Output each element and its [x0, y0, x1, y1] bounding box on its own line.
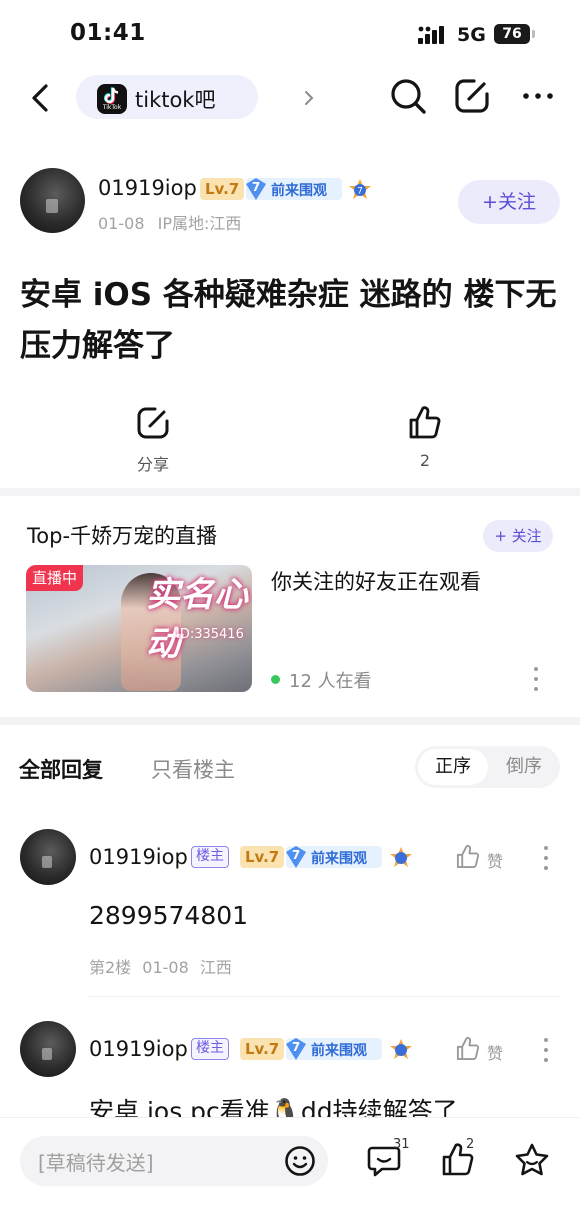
- thumbnail-id-text: ID:335416: [176, 627, 244, 642]
- reply-content: 2899574801: [89, 901, 249, 930]
- forum-name: tiktok吧: [135, 88, 216, 112]
- more-icon[interactable]: [520, 76, 560, 116]
- fan-level: 7: [291, 1040, 301, 1054]
- author-name[interactable]: 01919iop: [98, 176, 197, 200]
- sort-asc[interactable]: 正序: [418, 749, 488, 785]
- live-watch-count: 12 人在看: [289, 671, 372, 692]
- status-time: 01:41: [70, 20, 146, 46]
- reply-like-label: 赞: [487, 1044, 504, 1063]
- chevron-right-icon: [305, 91, 314, 105]
- share-button[interactable]: 分享: [113, 405, 193, 475]
- reply-meta: 第2楼 01-08 江西: [89, 958, 232, 977]
- reply-like-button[interactable]: 赞: [455, 1036, 515, 1066]
- reply-like-button[interactable]: 赞: [455, 844, 515, 874]
- online-dot-icon: [271, 675, 280, 684]
- fan-badge-text: 前来围观: [311, 851, 367, 867]
- thumbs-up-icon: [409, 406, 441, 439]
- thumbnail-overlay-text: 实名心动: [146, 575, 248, 664]
- live-description: 你关注的好友正在观看: [271, 570, 481, 594]
- level-badge: Lv.7: [240, 1038, 285, 1060]
- post-title: 安卓 iOS 各种疑难杂症 迷路的 楼下无压力解答了: [20, 277, 557, 364]
- reply-avatar[interactable]: [20, 1021, 76, 1077]
- post-author-row: 01919iop Lv.7 7 前来围观 7 01-08 IP属地:江西 +关注: [0, 168, 580, 238]
- top-nav: TikTok tiktok吧: [0, 70, 580, 126]
- section-divider: [0, 717, 580, 725]
- medal-icon: [390, 847, 412, 867]
- reply-more-icon[interactable]: [543, 846, 549, 874]
- like-button[interactable]: 2: [385, 405, 465, 470]
- edit-icon[interactable]: [452, 76, 492, 116]
- post-meta: 01-08 IP属地:江西: [98, 210, 241, 234]
- owner-tag: 楼主: [191, 1038, 229, 1060]
- network-type: 5G: [457, 24, 486, 46]
- fan-badge-text: 前来围观: [271, 183, 327, 199]
- reply-input[interactable]: [草稿待发送]: [20, 1136, 328, 1186]
- reply-like-label: 赞: [487, 852, 504, 871]
- signal-icon: [418, 26, 444, 44]
- medal-level: 7: [357, 187, 363, 197]
- thumbs-up-icon: [456, 845, 480, 869]
- sort-desc[interactable]: 倒序: [490, 749, 558, 785]
- medal-icon: 7: [349, 179, 371, 199]
- live-follow-button[interactable]: + 关注: [483, 520, 553, 552]
- battery-cap: [532, 30, 535, 38]
- post-ip: IP属地:江西: [157, 214, 242, 233]
- reply-author-name[interactable]: 01919iop: [89, 845, 188, 869]
- live-badge: 直播中: [26, 565, 84, 591]
- thumbs-up-icon: [456, 1037, 480, 1061]
- tiktok-logo-text: TikTok: [102, 104, 122, 111]
- back-arrow-icon[interactable]: [24, 78, 60, 118]
- bottom-bar: [草稿待发送] 31 2: [0, 1117, 580, 1226]
- owner-tag: 楼主: [191, 846, 229, 868]
- battery-icon: 76: [494, 24, 530, 44]
- emoji-icon[interactable]: [284, 1145, 316, 1177]
- author-avatar[interactable]: [20, 168, 85, 233]
- like-count: 2: [419, 451, 431, 470]
- fan-badge: 7 前来围观: [286, 1038, 382, 1060]
- follow-button[interactable]: +关注: [458, 180, 560, 224]
- status-bar: 01:41 5G 76: [0, 0, 580, 66]
- star-icon[interactable]: [514, 1142, 550, 1178]
- fan-badge: 7 前来围观: [246, 178, 342, 200]
- level-badge: Lv.7: [240, 846, 285, 868]
- reply-author-name[interactable]: 01919iop: [89, 1037, 188, 1061]
- tab-all-replies[interactable]: 全部回复: [19, 754, 103, 784]
- reply-more-icon[interactable]: [543, 1038, 549, 1066]
- share-label: 分享: [136, 455, 169, 474]
- sort-toggle: 正序 倒序: [415, 746, 560, 788]
- section-divider: [0, 488, 580, 496]
- forum-pill[interactable]: TikTok tiktok吧: [76, 75, 314, 119]
- fan-level: 7: [251, 180, 261, 194]
- live-more-icon[interactable]: [533, 667, 539, 695]
- fan-badge-text: 前来围观: [311, 1043, 367, 1059]
- reply-divider: [89, 996, 560, 997]
- post-date: 01-08: [98, 214, 145, 233]
- bottom-like-count: 2: [466, 1137, 475, 1152]
- live-title[interactable]: Top-千娇万宠的直播: [27, 520, 217, 550]
- medal-icon: [390, 1039, 412, 1059]
- fan-badge: 7 前来围观: [286, 846, 382, 868]
- level-badge: Lv.7: [200, 178, 245, 200]
- comment-count: 31: [393, 1137, 410, 1152]
- reply-input-placeholder: [草稿待发送]: [38, 1151, 154, 1175]
- search-icon[interactable]: [388, 76, 428, 116]
- tab-owner-only[interactable]: 只看楼主: [151, 754, 235, 784]
- fan-level: 7: [291, 848, 301, 862]
- reply-avatar[interactable]: [20, 829, 76, 885]
- tiktok-logo-icon: TikTok: [97, 84, 127, 114]
- share-icon: [137, 407, 169, 439]
